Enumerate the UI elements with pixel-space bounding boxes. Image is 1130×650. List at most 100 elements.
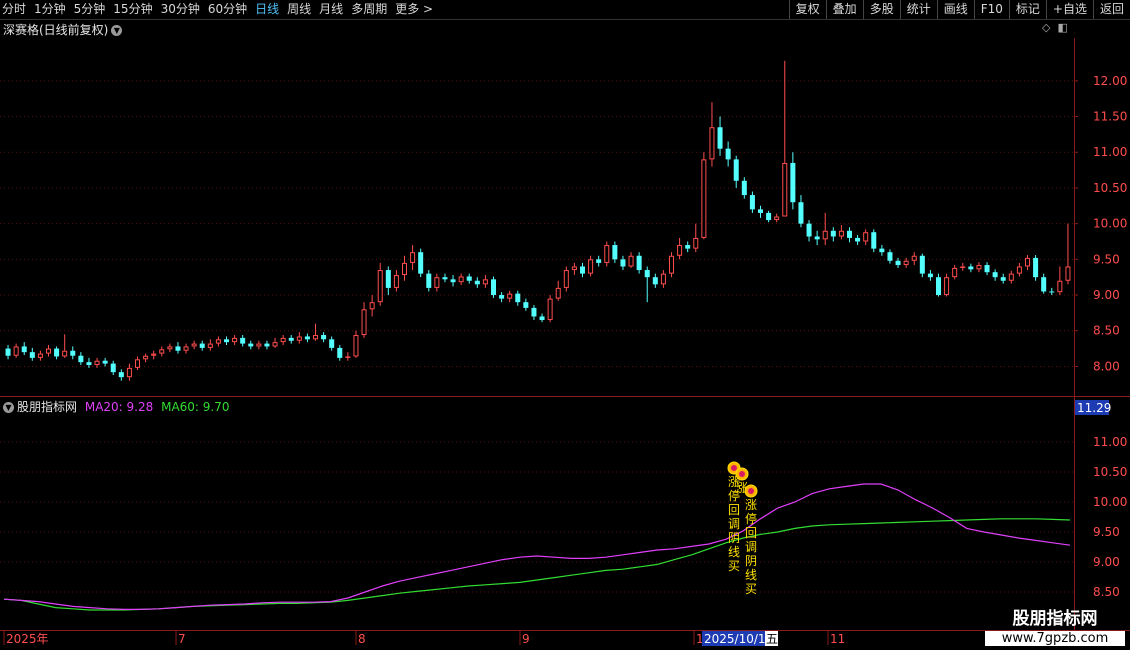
time-label: 8 xyxy=(358,632,366,646)
time-label: 11 xyxy=(830,632,845,646)
candle-body xyxy=(312,335,319,340)
time-label: 2025年 xyxy=(6,632,49,646)
candle-body xyxy=(499,295,505,299)
candle-body xyxy=(668,255,675,274)
candle-body xyxy=(855,237,861,242)
candle-body xyxy=(588,259,594,274)
candle-body xyxy=(1065,266,1071,281)
candle-body xyxy=(927,273,933,278)
candle-body xyxy=(846,230,853,238)
candle-body xyxy=(685,245,691,249)
candle-body xyxy=(1041,277,1047,292)
indicator-tick-label: 8.50 xyxy=(1093,585,1120,599)
candle-body xyxy=(70,350,76,356)
candle-body xyxy=(296,336,302,341)
candle-body xyxy=(191,343,197,347)
candle-body xyxy=(21,346,27,353)
watermark: 股朋指标网 www.7gpzb.com xyxy=(985,604,1125,646)
candle-body xyxy=(887,252,893,261)
indicator-tick-label: 10.00 xyxy=(1093,495,1127,509)
candle-body xyxy=(304,336,310,340)
candle-body xyxy=(240,337,246,344)
candle-body xyxy=(830,230,836,237)
candle-body xyxy=(919,255,925,274)
candle-body xyxy=(1049,291,1055,293)
candle-body xyxy=(1000,277,1006,281)
candle-body xyxy=(385,270,391,288)
signal-right-icon-core xyxy=(748,488,754,494)
indicator-tick-label: 9.50 xyxy=(1093,525,1120,539)
candle-body xyxy=(693,237,699,249)
candle-body xyxy=(555,287,561,299)
signal-left-text: 回 xyxy=(728,503,740,517)
candle-body xyxy=(984,265,990,273)
candle-body xyxy=(13,346,19,356)
signal-left-text: 买 xyxy=(728,559,740,573)
candle-body xyxy=(377,270,383,303)
candle-body xyxy=(806,223,812,237)
candle-body xyxy=(579,266,586,274)
candle-body xyxy=(563,270,569,288)
candle-body xyxy=(223,339,230,343)
y-tick-label: 9.50 xyxy=(1093,252,1120,266)
candle-body xyxy=(774,216,780,221)
candle-body xyxy=(1033,257,1039,278)
candle-body xyxy=(814,236,820,240)
candle-body xyxy=(329,339,335,348)
candle-body xyxy=(992,272,998,278)
candle-body xyxy=(709,127,715,160)
candle-body xyxy=(612,245,618,260)
signal-right-text: 调 xyxy=(745,540,757,554)
candle-body xyxy=(199,343,205,348)
candle-body xyxy=(5,348,11,356)
candle-body xyxy=(401,262,408,276)
candle-body xyxy=(94,360,100,366)
indicator-name: 股朋指标网 xyxy=(17,400,78,414)
candle-body xyxy=(628,255,634,267)
candle-body xyxy=(86,362,92,366)
candle-body xyxy=(798,202,804,224)
candle-body xyxy=(183,346,189,351)
candle-body xyxy=(1016,266,1022,274)
candle-body xyxy=(660,273,666,285)
candle-body xyxy=(474,280,480,285)
candle-body xyxy=(78,355,84,363)
signal-right-text: 阴 xyxy=(745,554,757,568)
candle-body xyxy=(110,363,116,373)
signal-right-text: 买 xyxy=(745,582,757,596)
candle-body xyxy=(968,266,974,270)
y-tick-label: 10.00 xyxy=(1093,217,1127,231)
candle-body xyxy=(935,277,942,296)
candle-body xyxy=(507,293,513,299)
candle-body xyxy=(442,277,448,280)
candle-body xyxy=(644,270,650,278)
candle-body xyxy=(361,309,367,336)
candle-body xyxy=(652,277,658,285)
watermark-url: www.7gpzb.com xyxy=(985,631,1125,646)
signal-left-text: 调 xyxy=(728,517,740,531)
signal-right-text: 线 xyxy=(745,568,757,582)
candle-body xyxy=(232,337,238,343)
candle-body xyxy=(636,255,642,271)
signal-right-text: 回 xyxy=(745,526,757,540)
candle-body xyxy=(717,127,723,149)
candle-body xyxy=(620,259,626,267)
y-tick-label: 11.50 xyxy=(1093,110,1127,124)
candle-body xyxy=(466,276,472,281)
kline-chart[interactable]: 12.00 11.50 11.00 10.50 10.00 9.50 9.00 8.50 8.0… xyxy=(0,0,1130,650)
signal-right-text: 停 xyxy=(745,511,757,526)
time-label: 7 xyxy=(178,632,186,646)
candle-body xyxy=(733,159,739,181)
candle-body xyxy=(539,316,545,321)
candle-body xyxy=(1024,257,1031,267)
candle-body xyxy=(134,359,141,368)
ma60-label: MA60: 9.70 xyxy=(161,400,230,414)
candle-body xyxy=(741,180,747,196)
candle-body xyxy=(515,293,521,303)
candle-body xyxy=(280,337,286,343)
candle-body xyxy=(531,307,537,317)
candle-body xyxy=(175,346,181,351)
indicator-tick-label: 11.00 xyxy=(1093,435,1127,449)
chevron-down-icon[interactable]: ▼ xyxy=(3,402,14,413)
candle-body xyxy=(321,335,327,340)
